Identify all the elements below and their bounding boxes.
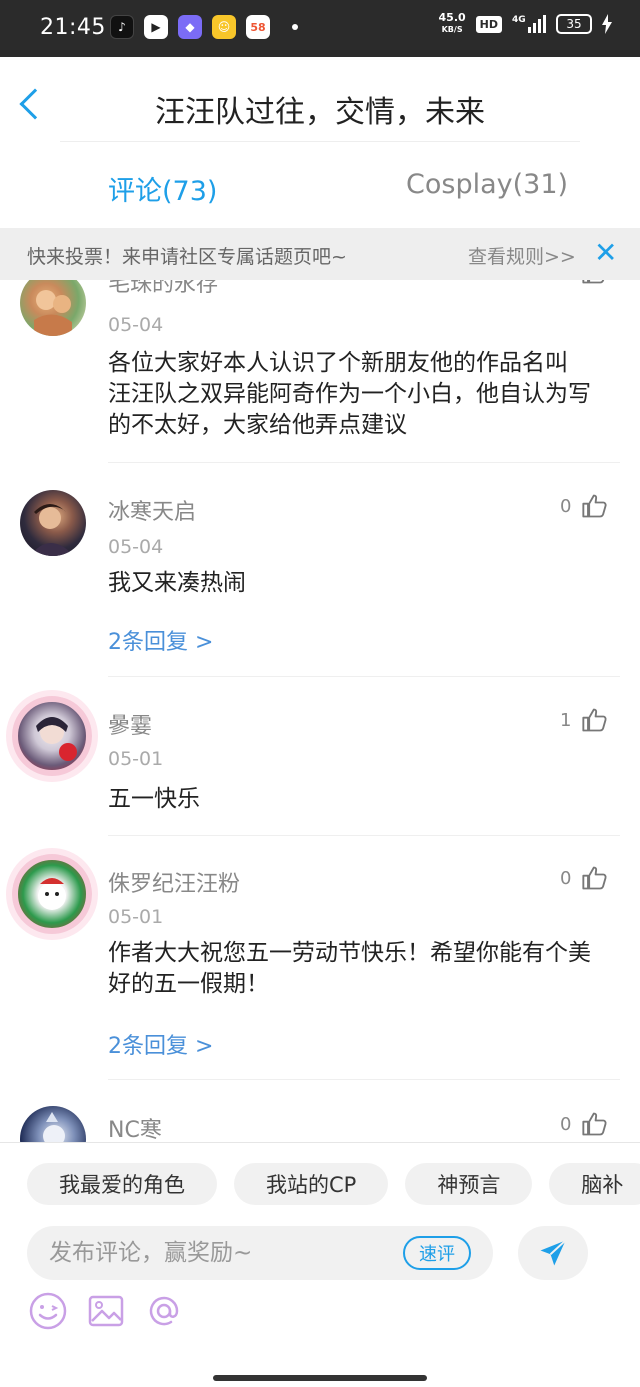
username[interactable]: 侏罗纪汪汪粉 xyxy=(108,866,240,898)
app-notification-icon: ☺ xyxy=(212,15,236,39)
like-count: 0 xyxy=(560,1113,572,1135)
composer-tools xyxy=(28,1291,184,1331)
page-title: 汪汪队过往，交情，未来 xyxy=(155,95,485,130)
avatar[interactable] xyxy=(12,696,92,776)
clock: 21:45 xyxy=(40,15,106,40)
battery-icon: 35 xyxy=(556,14,592,34)
like-count: 0 xyxy=(560,867,572,889)
comment-text: 各位大家好本人认识了个新朋友他的作品名叫 汪汪队之双异能阿奇作为一个小白，他自认… xyxy=(108,350,614,438)
username[interactable]: 冰寒天启 xyxy=(108,494,196,526)
avatar[interactable] xyxy=(12,854,92,934)
hd-badge: HD xyxy=(475,15,502,33)
home-indicator[interactable] xyxy=(213,1375,427,1381)
thumbs-up-icon xyxy=(582,1112,608,1136)
app-notification-icon: 58 xyxy=(246,15,270,39)
thumbs-up-icon xyxy=(582,708,608,732)
network-type: 4G xyxy=(512,15,526,25)
app-notification-icon: ▶ xyxy=(144,15,168,39)
replies-link[interactable]: 2条回复 > xyxy=(108,624,213,656)
like-count: 0 xyxy=(560,495,572,517)
at-icon[interactable] xyxy=(144,1291,184,1331)
tab-cosplay[interactable]: Cosplay(31) xyxy=(406,169,568,200)
topic-chips: 我最爱的角色 我站的CP 神预言 脑补 xyxy=(27,1163,640,1205)
replies-link[interactable]: 2条回复 > xyxy=(108,1028,213,1060)
comment-date: 05-01 xyxy=(108,748,164,770)
avatar[interactable] xyxy=(20,1106,86,1142)
comment-input-container: 速评 xyxy=(27,1226,493,1280)
comment-date: 05-01 xyxy=(108,906,164,928)
thumbs-up-icon xyxy=(582,866,608,890)
divider xyxy=(108,462,620,463)
send-button[interactable] xyxy=(518,1226,588,1280)
send-icon xyxy=(540,1239,567,1266)
like-button[interactable]: 0 xyxy=(560,1110,609,1138)
divider xyxy=(108,835,620,836)
battery-level: 35 xyxy=(566,17,582,31)
system-indicators: 45.0 KB/S HD 4G 35 xyxy=(439,12,612,36)
notice-text: 快来投票！来申请社区专属话题页吧~ xyxy=(27,246,347,268)
notice-banner: 快来投票！来申请社区专属话题页吧~ 查看规则>> ✕ xyxy=(0,228,640,280)
quick-comment-button[interactable]: 速评 xyxy=(403,1236,471,1270)
page-header: 汪汪队过往，交情，未来 xyxy=(0,57,640,157)
comment-list: 毛珠的永存 05-04 各位大家好本人认识了个新朋友他的作品名叫 汪汪队之双异能… xyxy=(0,280,640,1142)
divider xyxy=(108,676,620,677)
tiktok-icon: ♪ xyxy=(110,15,134,39)
speed-value: 45.0 xyxy=(438,11,466,24)
notification-icons: ♪ ▶ ◆ ☺ 58 xyxy=(110,15,298,39)
like-button[interactable]: 0 xyxy=(560,492,609,520)
like-count: 1 xyxy=(560,709,572,731)
topic-chip[interactable]: 神预言 xyxy=(405,1163,533,1205)
like-button[interactable]: 1 xyxy=(560,706,609,734)
image-icon[interactable] xyxy=(86,1291,126,1331)
speed-unit: KB/S xyxy=(441,25,463,34)
tab-bar: 评论(73) Cosplay(31) xyxy=(0,157,640,227)
like-button[interactable]: 0 xyxy=(560,280,609,286)
divider xyxy=(108,1079,620,1080)
topic-chip[interactable]: 脑补 xyxy=(549,1163,640,1205)
comment-date: 05-04 xyxy=(108,314,164,336)
app-notification-icon: ◆ xyxy=(178,15,202,39)
topic-chip[interactable]: 我站的CP xyxy=(234,1163,389,1205)
topic-chip[interactable]: 我最爱的角色 xyxy=(27,1163,217,1205)
avatar[interactable] xyxy=(20,280,86,336)
comment-text: 五一快乐 xyxy=(108,786,200,812)
comment-date: 05-04 xyxy=(108,536,164,558)
close-icon[interactable]: ✕ xyxy=(594,236,617,269)
avatar[interactable] xyxy=(20,490,86,556)
signal-icon: 4G xyxy=(512,15,546,33)
network-speed: 45.0 KB/S xyxy=(439,12,466,36)
tab-comments[interactable]: 评论(73) xyxy=(108,169,217,208)
charging-icon xyxy=(602,14,612,34)
comment-input[interactable] xyxy=(49,1226,389,1280)
like-count: 0 xyxy=(560,280,571,283)
more-notifications-dot xyxy=(292,24,298,30)
username[interactable]: NC寒 xyxy=(108,1112,162,1142)
comment-composer: 我最爱的角色 我站的CP 神预言 脑补 速评 xyxy=(0,1142,640,1387)
username[interactable]: 曑霎 xyxy=(108,708,152,740)
emoji-icon[interactable] xyxy=(28,1291,68,1331)
comment-text: 我又来凑热闹 xyxy=(108,570,246,596)
thumbs-up-icon xyxy=(582,280,605,284)
divider xyxy=(60,141,580,142)
thumbs-up-icon xyxy=(582,494,608,518)
like-button[interactable]: 0 xyxy=(560,864,609,892)
view-rules-link[interactable]: 查看规则>> xyxy=(468,242,576,269)
status-bar: 21:45 ♪ ▶ ◆ ☺ 58 45.0 KB/S HD 4G 35 xyxy=(0,0,640,57)
username[interactable]: 毛珠的永存 xyxy=(108,280,218,298)
comment-text: 作者大大祝您五一劳动节快乐！希望你能有个美好的五一假期！ xyxy=(108,940,591,997)
